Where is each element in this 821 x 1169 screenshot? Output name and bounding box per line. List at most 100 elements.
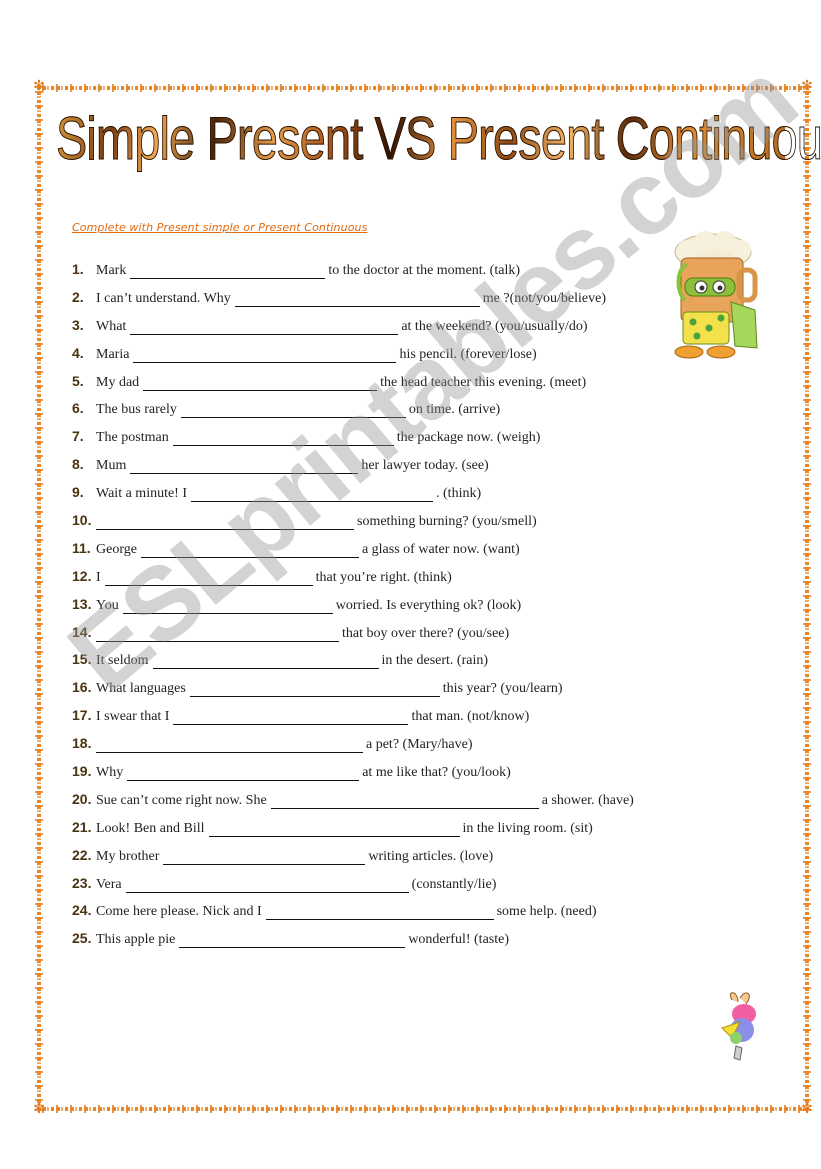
item-number: 9. xyxy=(72,484,84,501)
prompt-after-blank: the package now. (weigh) xyxy=(396,430,541,446)
exercise-item: 4. Maria his pencil. (forever/lose) xyxy=(72,342,672,370)
exercise-item: 13. You worried. Is everything ok? (look) xyxy=(72,593,672,621)
exercise-item: 20. Sue can’t come right now. She a shower… xyxy=(72,788,672,816)
instruction-text: Complete with Present simple or Present … xyxy=(72,221,368,234)
prompt-before-blank: What languages xyxy=(96,681,186,697)
item-number: 1. xyxy=(72,261,84,277)
prompt-after-blank: at the weekend? (you/usually/do) xyxy=(401,318,588,334)
answer-blank[interactable] xyxy=(133,347,397,363)
prompt-before-blank: My brother xyxy=(96,848,160,864)
exercise-item: 11. George a glass of water now. (want) xyxy=(72,537,672,565)
exercise-item: 5. My dad the head teacher this evening. (… xyxy=(72,370,672,398)
exercise-item: 17. I swear that I that man. (not/know) xyxy=(72,704,672,732)
prompt-before-blank: My dad xyxy=(96,374,140,390)
prompt-after-blank: in the living room. (sit) xyxy=(462,820,593,836)
item-number: 11. xyxy=(72,539,91,556)
answer-blank[interactable] xyxy=(96,738,363,754)
answer-blank[interactable] xyxy=(130,319,399,335)
prompt-after-blank: his pencil. (forever/lose) xyxy=(399,346,537,362)
prompt-after-blank: in the desert. (rain) xyxy=(381,653,489,669)
prompt-before-blank: It seldom xyxy=(96,653,149,669)
item-number: 6. xyxy=(72,400,84,417)
exercise-item: 25. This apple pie wonderful! (taste) xyxy=(72,927,672,955)
exercise-item: 9. Wait a minute! I . (think) xyxy=(72,481,672,509)
prompt-after-blank: at me like that? (you/look) xyxy=(362,765,511,781)
item-number: 18. xyxy=(72,735,92,752)
item-number: 23. xyxy=(72,874,92,891)
item-number: 10. xyxy=(72,512,92,529)
prompt-before-blank: Vera xyxy=(96,876,122,892)
item-number: 2. xyxy=(72,288,84,305)
answer-blank[interactable] xyxy=(140,542,359,558)
exercise-item: 3. What at the weekend? (you/usually/do) xyxy=(72,314,672,342)
answer-blank[interactable] xyxy=(173,710,409,726)
answer-blank[interactable] xyxy=(152,654,379,670)
prompt-before-blank: Come here please. Nick and I xyxy=(96,904,262,920)
item-number: 21. xyxy=(72,818,92,835)
prompt-before-blank: I xyxy=(96,569,101,585)
exercise-item: 2. I can’t understand. Why me ?(not/you/be… xyxy=(72,286,672,314)
exercise-item: 21. Look! Ben and Bill in the living room.… xyxy=(72,816,672,844)
answer-blank[interactable] xyxy=(96,515,354,531)
exercise-item: 1. Mark to the doctor at the moment. (talk… xyxy=(72,258,672,286)
exercise-item: 7. The postman the package now. (weigh) xyxy=(72,425,672,453)
answer-blank[interactable] xyxy=(172,431,394,447)
answer-blank[interactable] xyxy=(191,487,434,503)
item-number: 17. xyxy=(72,707,92,724)
answer-blank[interactable] xyxy=(189,682,440,698)
prompt-after-blank: a glass of water now. (want) xyxy=(361,541,520,557)
exercise-item: 8. Mum her lawyer today. (see) xyxy=(72,453,672,481)
item-number: 15. xyxy=(72,651,92,668)
answer-blank[interactable] xyxy=(104,570,313,586)
answer-blank[interactable] xyxy=(265,905,494,921)
item-number: 16. xyxy=(72,679,92,696)
prompt-before-blank: The postman xyxy=(96,430,169,446)
exercise-item: 22. My brother writing articles. (love) xyxy=(72,844,672,872)
exercise-item: 6. The bus rarely on time. (arrive) xyxy=(72,397,672,425)
prompt-after-blank: worried. Is everything ok? (look) xyxy=(335,597,522,613)
answer-blank[interactable] xyxy=(125,877,409,893)
answer-blank[interactable] xyxy=(234,291,480,307)
answer-blank[interactable] xyxy=(270,793,539,809)
answer-blank[interactable] xyxy=(96,626,339,642)
item-number: 22. xyxy=(72,846,92,863)
prompt-before-blank: I swear that I xyxy=(96,709,170,725)
prompt-before-blank: The bus rarely xyxy=(96,402,177,418)
prompt-after-blank: a pet? (Mary/have) xyxy=(366,737,473,753)
exercise-item: 10. something burning? (you/smell) xyxy=(72,509,672,537)
border-bottom xyxy=(37,1105,809,1113)
border-corner-ornament-icon: ✻ xyxy=(33,79,45,94)
exercise-list: 1. Mark to the doctor at the moment. (talk… xyxy=(72,258,672,955)
exercise-item: 14. that boy over there? (you/see) xyxy=(72,621,672,649)
answer-blank[interactable] xyxy=(208,821,460,837)
prompt-before-blank: Wait a minute! I xyxy=(96,486,188,502)
item-number: 12. xyxy=(72,567,92,584)
answer-blank[interactable] xyxy=(163,849,366,865)
prompt-before-blank: Mark xyxy=(96,263,127,278)
prompt-after-blank: to the doctor at the moment. (talk) xyxy=(328,263,520,278)
item-number: 14. xyxy=(72,623,92,640)
prompt-after-blank: something burning? (you/smell) xyxy=(357,514,537,530)
exercise-item: 12. Ithat you’re right. (think) xyxy=(72,565,672,593)
answer-blank[interactable] xyxy=(180,403,406,419)
prompt-after-blank: . (think) xyxy=(436,486,482,502)
prompt-before-blank: This apple pie xyxy=(96,932,176,948)
prompt-after-blank: that man. (not/know) xyxy=(411,709,530,725)
item-number: 20. xyxy=(72,790,92,807)
prompt-after-blank: me ?(not/you/believe) xyxy=(482,290,607,306)
answer-blank[interactable] xyxy=(127,766,360,782)
prompt-after-blank: writing articles. (love) xyxy=(368,848,494,864)
answer-blank[interactable] xyxy=(130,264,326,279)
border-corner-ornament-icon: ✻ xyxy=(33,1102,45,1117)
prompt-before-blank: I can’t understand. Why xyxy=(96,290,231,306)
answer-blank[interactable] xyxy=(143,375,378,391)
exercise-item: 23. Vera (constantly/lie) xyxy=(72,872,672,900)
answer-blank[interactable] xyxy=(130,459,359,475)
exercise-item: 16. What languages this year? (you/learn) xyxy=(72,676,672,704)
beer-mug-mascot-icon xyxy=(674,231,758,359)
prompt-after-blank: (constantly/lie) xyxy=(411,876,497,892)
item-number: 24. xyxy=(72,902,92,919)
answer-blank[interactable] xyxy=(179,933,406,949)
answer-blank[interactable] xyxy=(122,598,333,614)
border-right xyxy=(803,86,811,1111)
